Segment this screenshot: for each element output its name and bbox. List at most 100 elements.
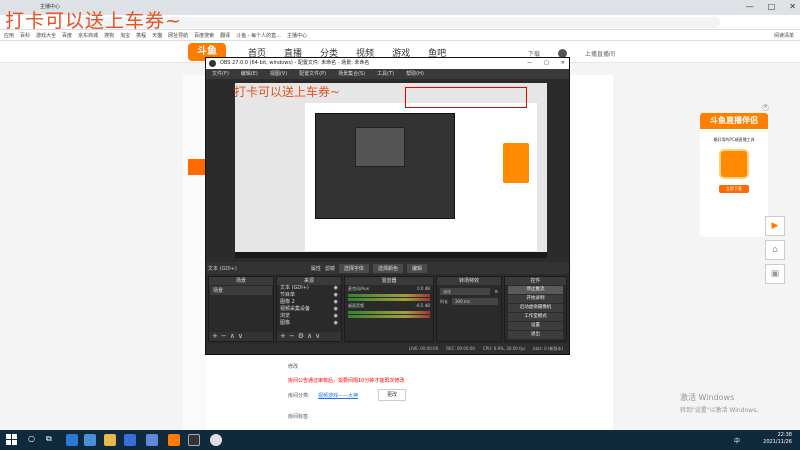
- bookmark-item[interactable]: 翻译: [220, 32, 230, 39]
- task-view-icon[interactable]: ⧉: [46, 434, 52, 444]
- duration-label: 时长: [440, 298, 448, 304]
- modify-label[interactable]: 修改: [288, 363, 298, 370]
- maximize-button[interactable]: □: [768, 2, 776, 11]
- home-icon[interactable]: ⌂: [765, 240, 785, 260]
- volume-slider[interactable]: [348, 315, 430, 318]
- mixer-dock: 混音器 麦克风/Aux 0.0 dB 桌面音频 -6.5 dB: [344, 276, 434, 342]
- bookmark-item[interactable]: 百度搜索: [194, 32, 214, 39]
- nested-taskbar: [235, 252, 547, 258]
- menu-profile[interactable]: 配置文件(P): [299, 69, 326, 79]
- studio-mode-button[interactable]: 工作室模式: [508, 313, 563, 321]
- ime-indicator[interactable]: 中: [734, 436, 740, 445]
- mixer-title: 混音器: [345, 277, 433, 285]
- source-toolbar: 文本 (GDI+) 属性 滤镜 选择字体 选择颜色 编辑: [206, 262, 569, 274]
- obs-window-title: OBS 27.0.0 (64-bit, windows) - 配置文件: 未命名…: [220, 60, 370, 66]
- scenes-toolbar[interactable]: +−∧∨: [209, 332, 273, 341]
- menu-tools[interactable]: 工具(T): [377, 69, 394, 79]
- scenes-title: 场景: [209, 277, 273, 285]
- settings-button[interactable]: 设置: [508, 322, 563, 330]
- sources-title: 来源: [277, 277, 341, 285]
- category-link[interactable]: 视频游戏——大神: [318, 392, 358, 399]
- volume-slider[interactable]: [348, 298, 430, 301]
- promo-title: 斗鱼直播伴侣: [700, 113, 768, 129]
- chrome-icon[interactable]: [210, 434, 222, 446]
- controls-dock: 控件 停止推流 开始录制 启动虚拟摄像机 工作室模式 设置 退出: [504, 276, 567, 342]
- source-label: 图像 2: [280, 299, 295, 305]
- close-button[interactable]: ✕: [789, 2, 796, 11]
- mixer-channel-label: 麦克风/Aux 0.0 dB: [345, 285, 433, 293]
- maximize-button[interactable]: □: [544, 58, 549, 69]
- source-item[interactable]: 视频采集设备 ◉: [277, 306, 341, 313]
- select-color-button[interactable]: 选择颜色: [372, 263, 403, 273]
- source-label: 浏览: [280, 313, 291, 319]
- minimize-button[interactable]: —: [746, 2, 754, 11]
- obs-preview[interactable]: [206, 79, 569, 262]
- edit-button[interactable]: 编辑: [406, 263, 427, 273]
- preview-canvas[interactable]: [235, 83, 547, 258]
- eye-icon[interactable]: ◉: [334, 313, 338, 320]
- eye-icon[interactable]: ◉: [334, 306, 338, 313]
- ie-icon[interactable]: [84, 434, 96, 446]
- clock-date: 2021/11/26: [763, 439, 792, 445]
- select-font-button[interactable]: 选择字体: [338, 263, 369, 273]
- folder-icon[interactable]: [104, 434, 116, 446]
- eye-icon[interactable]: ◉: [334, 285, 338, 292]
- close-button[interactable]: ✕: [561, 58, 565, 69]
- bookmark-item[interactable]: 斗鱼 - 每个人的直...: [236, 32, 281, 39]
- bookmark-item[interactable]: 主播中心: [287, 32, 307, 39]
- menu-view[interactable]: 视图(V): [270, 69, 287, 79]
- source-item[interactable]: 浏览 ◉: [277, 313, 341, 320]
- app-icon[interactable]: [146, 434, 158, 446]
- scenes-dock: 场景 场景 +−∧∨: [208, 276, 274, 342]
- sources-dock: 来源 文本 (GDI+) ◉ 节目单 ◉ 图像 2 ◉ 视频采集设备 ◉ 浏览 ◉ 图像 ◉…: [276, 276, 342, 342]
- promo-card: 斗鱼直播伴侣 最好用的PC端直播工具 立即下载: [700, 113, 768, 237]
- obs-icon[interactable]: [188, 434, 200, 446]
- volume-meter: [348, 311, 430, 314]
- source-item[interactable]: 图像 ◉: [277, 320, 341, 327]
- douyu-icon[interactable]: [168, 434, 180, 446]
- properties-button[interactable]: 属性: [311, 265, 321, 272]
- stream-overlay-text: 打卡可以送上车券~: [5, 10, 182, 32]
- source-item[interactable]: 文本 (GDI+) ◉: [277, 285, 341, 292]
- source-selection-box[interactable]: [405, 87, 527, 108]
- close-icon[interactable]: ×: [762, 104, 769, 111]
- gear-icon[interactable]: ⚙: [494, 289, 498, 294]
- duration-input[interactable]: 300 ms: [452, 298, 498, 305]
- source-item[interactable]: 图像 2 ◉: [277, 299, 341, 306]
- minimize-button[interactable]: —: [527, 58, 532, 69]
- play-icon[interactable]: ▶: [765, 216, 785, 236]
- windows-start-icon[interactable]: [6, 434, 18, 446]
- system-tray[interactable]: 22:38 2021/11/26: [763, 432, 792, 446]
- reading-list[interactable]: 阅读清单: [774, 32, 794, 39]
- exit-button[interactable]: 退出: [508, 331, 563, 339]
- source-item[interactable]: 节目单 ◉: [277, 292, 341, 299]
- download-now-button[interactable]: 立即下载: [719, 185, 749, 193]
- status-cpu: CPU: 6.9%, 30.00 fps: [482, 346, 526, 351]
- start-virtual-camera-button[interactable]: 启动虚拟摄像机: [508, 304, 563, 312]
- edge-icon[interactable]: [66, 434, 78, 446]
- eye-icon[interactable]: ◉: [334, 292, 338, 299]
- menu-file[interactable]: 文件(F): [212, 69, 229, 79]
- start-recording-button[interactable]: 开始录制: [508, 295, 563, 303]
- promo-subtitle: 最好用的PC端直播工具: [713, 137, 755, 142]
- sources-toolbar[interactable]: +−⚙∧∨: [277, 332, 341, 341]
- side-menu: [183, 75, 207, 435]
- transition-select[interactable]: 淡化: [440, 288, 491, 295]
- search-icon[interactable]: ○: [28, 434, 35, 443]
- screen-icon[interactable]: ▣: [765, 264, 785, 284]
- filters-button[interactable]: 滤镜: [325, 265, 335, 272]
- transitions-title: 转场特效: [437, 277, 501, 285]
- status-rec: REC: 00:00:00: [446, 346, 475, 351]
- store-icon[interactable]: [124, 434, 136, 446]
- status-live: LIVE: 00:00:00: [408, 346, 439, 351]
- stop-streaming-button[interactable]: 停止推流: [508, 286, 563, 294]
- scene-item[interactable]: 场景: [210, 286, 272, 295]
- menu-edit[interactable]: 编辑(E): [241, 69, 258, 79]
- eye-icon[interactable]: ◉: [334, 299, 338, 306]
- menu-help[interactable]: 帮助(H): [406, 69, 424, 79]
- menu-scene-collection[interactable]: 场景集合(S): [338, 69, 365, 79]
- eye-icon[interactable]: ◉: [334, 320, 338, 327]
- change-button[interactable]: 更改: [378, 389, 406, 401]
- nested-obs-capture-inner: [355, 127, 405, 167]
- username[interactable]: 上播直播间: [585, 49, 615, 58]
